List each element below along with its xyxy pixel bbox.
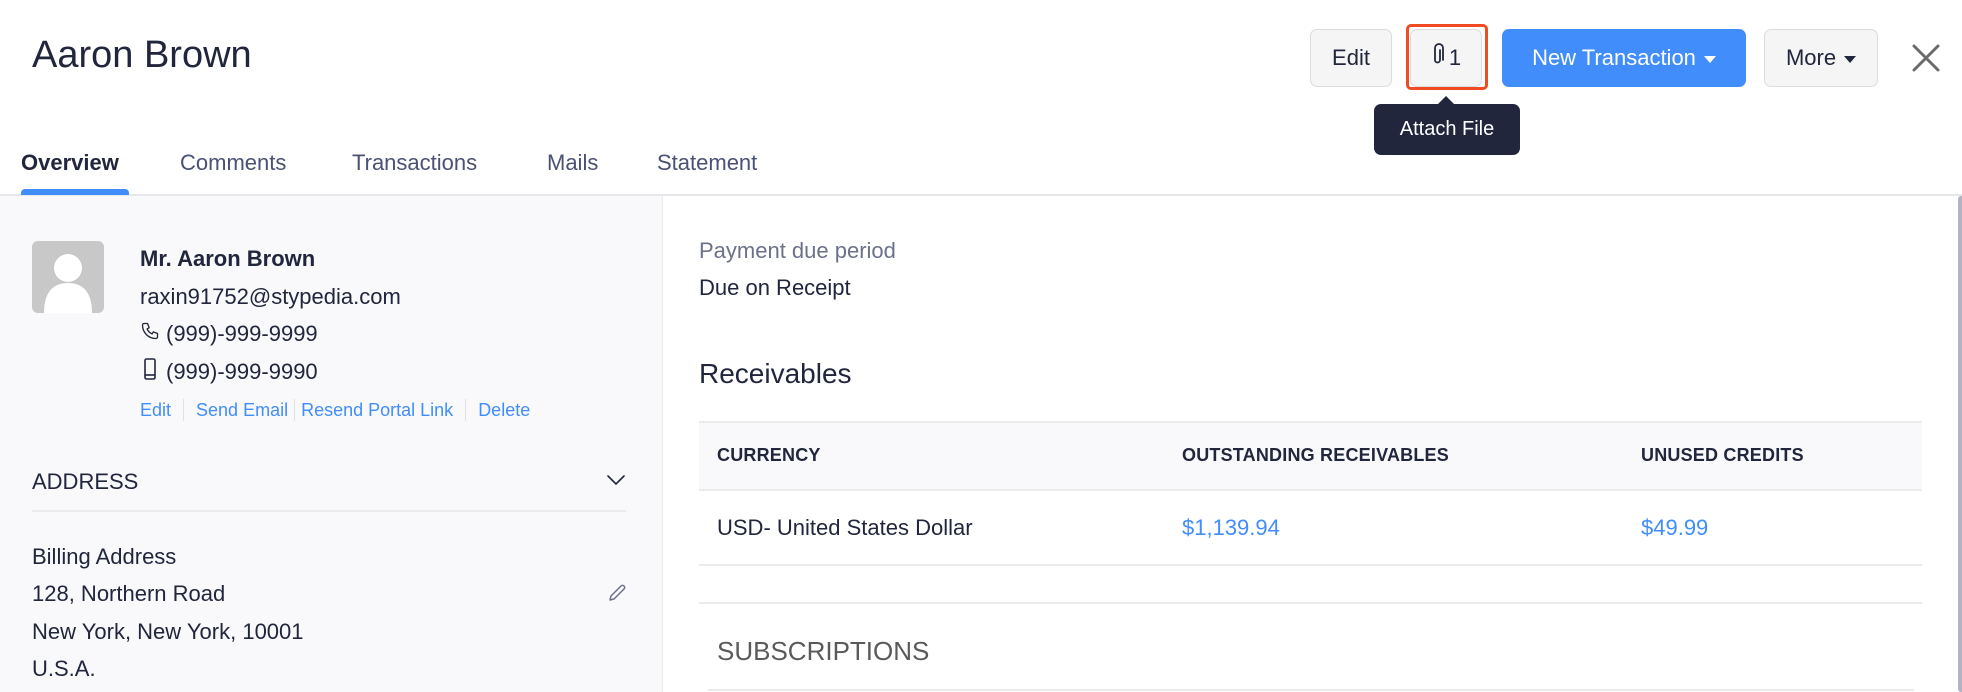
address-line: 128, Northern Road xyxy=(32,581,226,606)
new-transaction-button[interactable]: New Transaction xyxy=(1502,29,1746,87)
separator xyxy=(465,399,467,421)
receivables-title: Receivables xyxy=(699,358,852,389)
column-header-unused-credits: UNUSED CREDITS xyxy=(1641,445,1804,465)
caret-down-icon xyxy=(1844,55,1857,63)
attachment-count: 1 xyxy=(1448,45,1462,70)
payment-due-value: Due on Receipt xyxy=(699,275,851,300)
contact-mobile: (999)-999-9990 xyxy=(140,358,318,386)
edit-button-label: Edit xyxy=(1332,45,1370,70)
billing-address-label: Billing Address xyxy=(32,544,177,569)
address-section-header[interactable]: ADDRESS xyxy=(32,469,138,495)
tab-overview[interactable]: Overview xyxy=(21,150,119,176)
separator xyxy=(294,399,296,421)
receivables-table: CURRENCY OUTSTANDING RECEIVABLES UNUSED … xyxy=(699,421,1922,566)
table-row: USD- United States Dollar $1,139.94 $49.… xyxy=(699,491,1922,566)
table-header: CURRENCY OUTSTANDING RECEIVABLES UNUSED … xyxy=(699,421,1922,491)
edit-button[interactable]: Edit xyxy=(1310,29,1392,87)
column-header-currency: CURRENCY xyxy=(717,445,821,465)
address-line: New York, New York, 10001 xyxy=(32,619,304,644)
tab-comments[interactable]: Comments xyxy=(180,150,286,176)
payment-due-label: Payment due period xyxy=(699,238,896,263)
active-tab-indicator xyxy=(21,189,129,195)
outstanding-receivables-link[interactable]: $1,139.94 xyxy=(1182,515,1280,541)
tab-statement[interactable]: Statement xyxy=(657,150,757,176)
contact-email-text: raxin91752@stypedia.com xyxy=(140,284,401,309)
tab-transactions[interactable]: Transactions xyxy=(352,150,477,176)
phone-icon xyxy=(140,321,160,347)
more-button[interactable]: More xyxy=(1764,29,1878,87)
attach-file-button[interactable]: 1 xyxy=(1410,29,1482,87)
more-label: More xyxy=(1785,45,1837,70)
user-placeholder-icon xyxy=(44,254,92,313)
contact-mobile-text: (999)-999-9990 xyxy=(166,359,318,384)
subscriptions-divider xyxy=(708,689,1914,691)
paperclip-icon xyxy=(1431,43,1445,73)
subscriptions-title: SUBSCRIPTIONS xyxy=(717,636,930,666)
mobile-phone-icon xyxy=(140,358,160,386)
address-line: U.S.A. xyxy=(32,656,96,681)
caret-down-icon xyxy=(1703,55,1716,63)
vertical-scrollbar[interactable] xyxy=(1958,196,1962,692)
tooltip-text: Attach File xyxy=(1399,118,1495,140)
page-title: Aaron Brown xyxy=(32,34,252,76)
pencil-icon[interactable] xyxy=(606,582,628,604)
column-header-outstanding: OUTSTANDING RECEIVABLES xyxy=(1182,445,1449,465)
contact-phone: (999)-999-9999 xyxy=(140,321,318,347)
contact-name: Mr. Aaron Brown xyxy=(140,246,316,271)
address-divider xyxy=(32,510,626,512)
avatar xyxy=(32,241,104,313)
new-transaction-label: New Transaction xyxy=(1532,45,1696,70)
chevron-down-icon[interactable] xyxy=(604,470,628,490)
unused-credits-link[interactable]: $49.99 xyxy=(1641,515,1708,541)
tab-bar: Overview Comments Transactions Mails Sta… xyxy=(0,140,1962,196)
tab-mails[interactable]: Mails xyxy=(547,150,598,176)
contact-email: raxin91752@stypedia.com xyxy=(140,284,401,310)
delete-contact-link[interactable]: Delete xyxy=(478,400,530,421)
close-icon[interactable] xyxy=(1908,40,1944,76)
edit-contact-link[interactable]: Edit xyxy=(140,400,171,421)
separator xyxy=(183,399,185,421)
resend-portal-link[interactable]: Resend Portal Link xyxy=(301,400,453,421)
send-email-link[interactable]: Send Email xyxy=(196,400,288,421)
contact-actions: Edit Send Email Resend Portal Link Delet… xyxy=(140,399,530,421)
currency-cell: USD- United States Dollar xyxy=(717,515,973,540)
contact-phone-text: (999)-999-9999 xyxy=(166,321,318,346)
